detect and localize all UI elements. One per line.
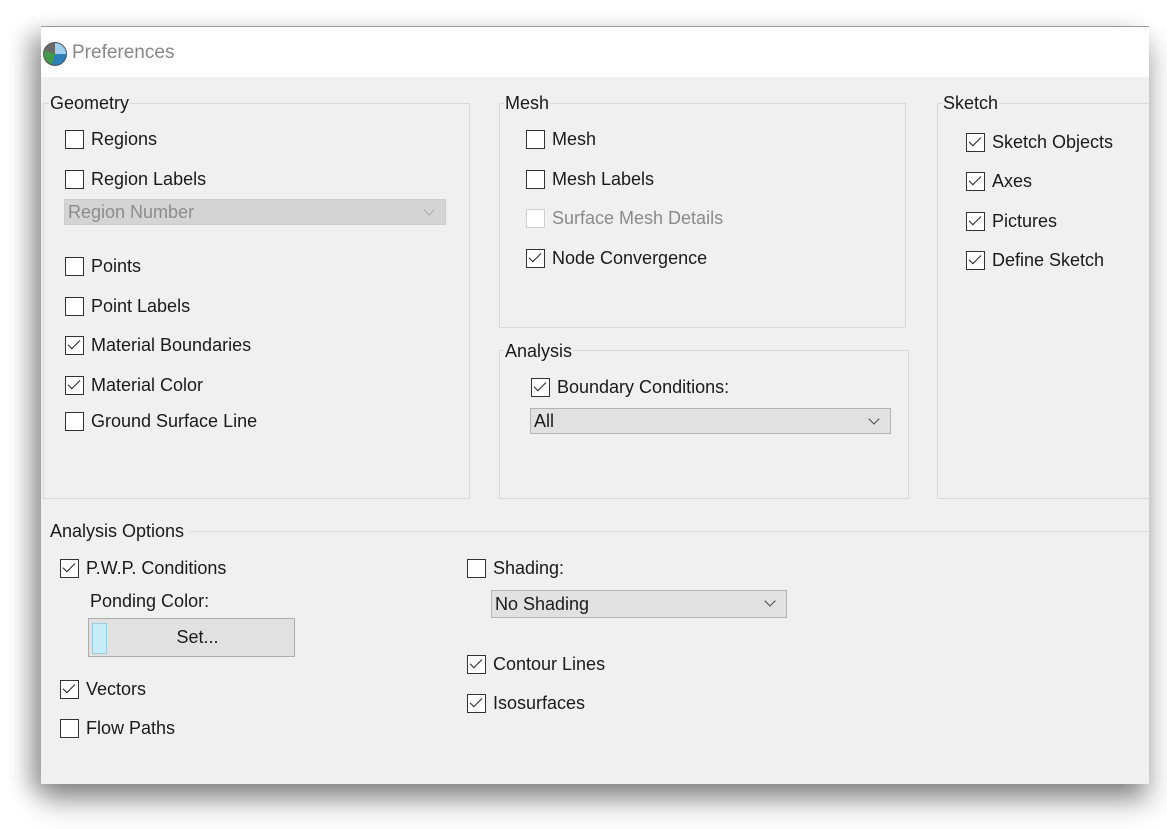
isosurfaces-checkbox-box[interactable] [467, 693, 486, 713]
shading-checkbox[interactable]: Shading: [467, 555, 564, 581]
app-globe-icon [43, 42, 67, 66]
pictures-checkbox-box[interactable] [966, 211, 985, 231]
region-labels-label: Region Labels [91, 168, 207, 189]
isosurfaces-label: Isosurfaces [493, 692, 586, 713]
mesh-labels-label: Mesh Labels [552, 168, 655, 189]
contour-lines-checkbox-box[interactable] [467, 654, 486, 674]
point-labels-label: Point Labels [91, 295, 191, 316]
analysis-options-label: Analysis Options [50, 521, 185, 541]
sketch-objects-checkbox[interactable]: Sketch Objects [966, 129, 1113, 155]
define-sketch-label: Define Sketch [992, 249, 1105, 270]
point-labels-checkbox-box[interactable] [65, 296, 84, 316]
surface-mesh-details-checkbox[interactable]: Surface Mesh Details [526, 205, 723, 231]
pictures-label: Pictures [992, 210, 1058, 231]
vectors-checkbox-box[interactable] [60, 679, 79, 699]
ground-surface-line-checkbox-box[interactable] [65, 411, 84, 431]
mesh-checkbox[interactable]: Mesh [526, 126, 596, 152]
analysis-group-label: Analysis [504, 341, 574, 362]
point-labels-checkbox[interactable]: Point Labels [65, 293, 190, 319]
mesh-labels-checkbox-box[interactable] [526, 169, 545, 189]
ponding-color-label: Ponding Color: [90, 591, 210, 611]
surface-mesh-details-checkbox-box[interactable] [526, 208, 545, 228]
regions-checkbox-box[interactable] [65, 129, 84, 149]
sketch-group [937, 103, 1149, 499]
contour-lines-checkbox[interactable]: Contour Lines [467, 651, 605, 677]
boundary-conditions-label: Boundary Conditions: [557, 376, 730, 397]
axes-checkbox[interactable]: Axes [966, 168, 1032, 194]
ponding-color-swatch [92, 623, 107, 654]
ponding-color-set-button[interactable]: Set... [88, 618, 295, 657]
mesh-checkbox-box[interactable] [526, 129, 545, 149]
node-convergence-checkbox-box[interactable] [526, 248, 545, 268]
shading-select[interactable]: No Shading [491, 590, 787, 618]
node-convergence-label: Node Convergence [552, 247, 708, 268]
vectors-label: Vectors [86, 678, 147, 699]
region-labels-checkbox-box[interactable] [65, 169, 84, 189]
define-sketch-checkbox-box[interactable] [966, 250, 985, 270]
chevron-down-icon [764, 595, 776, 607]
set-button-label: Set... [176, 627, 219, 647]
pwp-conditions-label: P.W.P. Conditions [86, 557, 227, 578]
preferences-window: Preferences Geometry Regions Region Labe… [41, 26, 1149, 784]
sketch-group-label: Sketch [942, 93, 1000, 114]
pwp-conditions-checkbox[interactable]: P.W.P. Conditions [60, 555, 226, 581]
axes-label: Axes [992, 170, 1033, 191]
mesh-labels-checkbox[interactable]: Mesh Labels [526, 166, 654, 192]
analysis-options-divider [189, 531, 1149, 532]
boundary-conditions-select[interactable]: All [530, 408, 891, 434]
regions-label: Regions [91, 128, 158, 149]
region-labels-checkbox[interactable]: Region Labels [65, 166, 206, 192]
window-title: Preferences [72, 42, 175, 63]
isosurfaces-checkbox[interactable]: Isosurfaces [467, 690, 585, 716]
chevron-down-icon [423, 204, 435, 216]
region-label-type-select[interactable]: Region Number [64, 199, 446, 225]
contour-lines-label: Contour Lines [493, 653, 606, 674]
points-label: Points [91, 255, 142, 276]
material-boundaries-checkbox[interactable]: Material Boundaries [65, 332, 251, 358]
vectors-checkbox[interactable]: Vectors [60, 676, 146, 702]
material-color-checkbox[interactable]: Material Color [65, 372, 203, 398]
flow-paths-checkbox[interactable]: Flow Paths [60, 715, 175, 741]
title-bar: Preferences [41, 27, 1149, 77]
material-boundaries-checkbox-box[interactable] [65, 335, 84, 355]
flow-paths-label: Flow Paths [86, 717, 176, 738]
ground-surface-line-checkbox[interactable]: Ground Surface Line [65, 408, 257, 434]
boundary-conditions-checkbox-box[interactable] [531, 377, 550, 397]
pwp-conditions-checkbox-box[interactable] [60, 558, 79, 578]
surface-mesh-details-label: Surface Mesh Details [552, 207, 724, 228]
shading-value: No Shading [495, 593, 590, 614]
node-convergence-checkbox[interactable]: Node Convergence [526, 245, 707, 271]
flow-paths-checkbox-box[interactable] [60, 718, 79, 738]
define-sketch-checkbox[interactable]: Define Sketch [966, 247, 1104, 273]
material-color-label: Material Color [91, 374, 204, 395]
regions-checkbox[interactable]: Regions [65, 126, 157, 152]
boundary-conditions-checkbox[interactable]: Boundary Conditions: [531, 374, 729, 400]
points-checkbox[interactable]: Points [65, 253, 141, 279]
region-label-type-value: Region Number [68, 201, 195, 222]
mesh-label: Mesh [552, 128, 597, 149]
pictures-checkbox[interactable]: Pictures [966, 208, 1057, 234]
material-boundaries-label: Material Boundaries [91, 334, 252, 355]
sketch-objects-checkbox-box[interactable] [966, 132, 985, 152]
ground-surface-line-label: Ground Surface Line [91, 410, 258, 431]
chevron-down-icon [868, 413, 880, 425]
axes-checkbox-box[interactable] [966, 171, 985, 191]
sketch-objects-label: Sketch Objects [992, 131, 1114, 152]
points-checkbox-box[interactable] [65, 256, 84, 276]
shading-checkbox-box[interactable] [467, 558, 486, 578]
material-color-checkbox-box[interactable] [65, 375, 84, 395]
geometry-group-label: Geometry [49, 93, 131, 114]
shading-label: Shading: [493, 557, 565, 578]
mesh-group-label: Mesh [504, 93, 551, 114]
boundary-conditions-value: All [534, 410, 555, 431]
